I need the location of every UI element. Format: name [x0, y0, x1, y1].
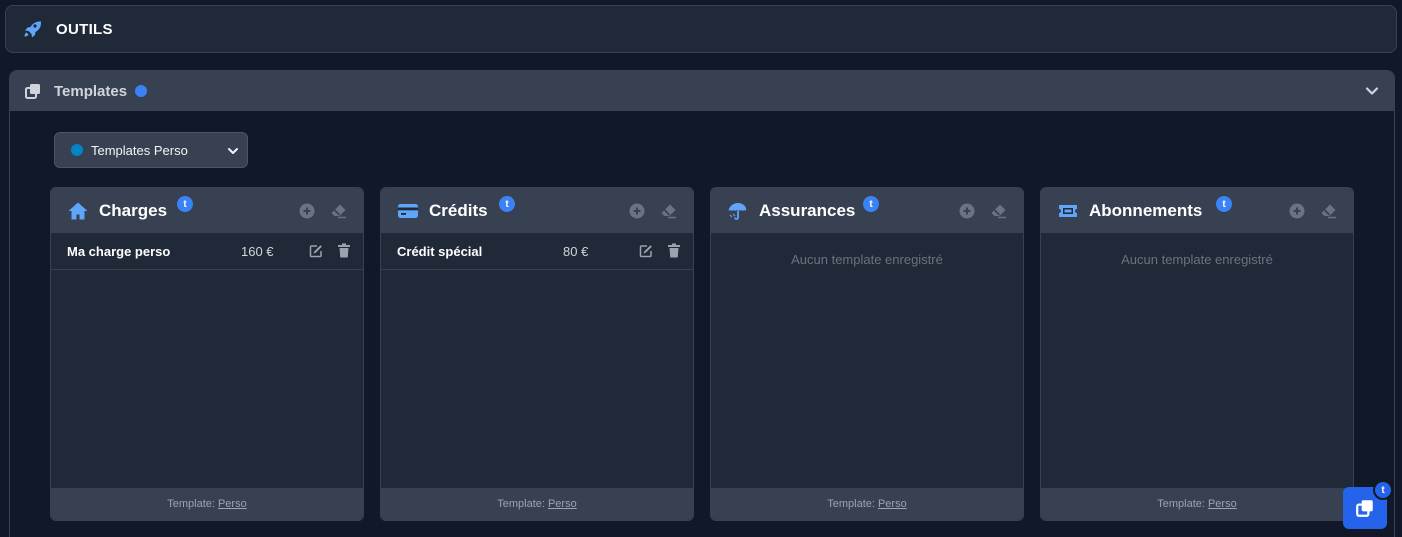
template-link[interactable]: Perso [1208, 498, 1237, 510]
footer-label: Template: [827, 498, 875, 510]
credit-card-icon [398, 204, 418, 218]
info-badge[interactable]: t [177, 196, 193, 212]
template-link[interactable]: Perso [878, 498, 907, 510]
card-footer: Template: Perso [51, 488, 363, 520]
empty-state: Aucun template enregistré [1121, 252, 1273, 267]
trash-icon[interactable] [667, 243, 681, 258]
edit-icon[interactable] [639, 244, 653, 258]
card-assurances: Assurances t Aucun template enregistré T… [710, 187, 1024, 521]
chevron-down-icon [228, 148, 238, 154]
info-badge[interactable]: t [863, 196, 879, 212]
item-name: Crédit spécial [397, 244, 483, 259]
info-badge[interactable]: t [1216, 196, 1232, 212]
item-name: Ma charge perso [67, 244, 171, 259]
card-title: Charges [99, 201, 168, 220]
home-icon [68, 202, 88, 220]
card-header: Crédits t [381, 188, 693, 233]
list-item: Ma charge perso 160 € [51, 233, 363, 270]
edit-icon[interactable] [309, 244, 323, 258]
eraser-icon[interactable] [330, 203, 347, 219]
trash-icon[interactable] [337, 243, 351, 258]
templates-panel-header[interactable]: Templates [10, 71, 1394, 111]
template-set-dot [71, 144, 83, 156]
card-title: Abonnements [1089, 201, 1203, 220]
card-footer: Template: Perso [1041, 488, 1353, 520]
template-link[interactable]: Perso [548, 498, 577, 510]
add-circle-icon[interactable] [1289, 203, 1305, 219]
card-footer: Template: Perso [711, 488, 1023, 520]
empty-state: Aucun template enregistré [791, 252, 943, 267]
item-amount: 80 € [563, 244, 589, 259]
item-amount: 160 € [241, 244, 274, 259]
card-footer: Template: Perso [381, 488, 693, 520]
eraser-icon[interactable] [1320, 203, 1337, 219]
card-header: Assurances t [711, 188, 1023, 233]
footer-label: Template: [497, 498, 545, 510]
umbrella-icon [728, 203, 747, 220]
footer-label: Template: [1157, 498, 1205, 510]
rocket-icon [24, 21, 41, 38]
page-title: OUTILS [56, 20, 113, 38]
footer-label: Template: [167, 498, 215, 510]
card-title: Assurances [759, 201, 856, 220]
chevron-down-icon[interactable] [1364, 83, 1380, 99]
card-header: Charges t [51, 188, 363, 233]
card-title: Crédits [429, 201, 488, 220]
panel-title: Templates [54, 82, 128, 100]
list-item: Crédit spécial 80 € [381, 233, 693, 270]
template-set-select[interactable]: Templates Perso [54, 132, 248, 168]
eraser-icon[interactable] [990, 203, 1007, 219]
add-circle-icon[interactable] [629, 203, 645, 219]
card-credits: Crédits t Crédit spécial 80 € Template: … [380, 187, 694, 521]
status-dot [135, 85, 148, 97]
info-badge[interactable]: t [499, 196, 515, 212]
card-charges: Charges t Ma charge perso 160 € Template… [50, 187, 364, 521]
template-link[interactable]: Perso [218, 498, 247, 510]
add-circle-icon[interactable] [959, 203, 975, 219]
add-circle-icon[interactable] [299, 203, 315, 219]
outils-header: OUTILS [5, 5, 1397, 53]
templates-panel: Templates Templates Perso Charges t Ma c… [9, 70, 1395, 537]
template-set-value: Templates Perso [91, 142, 188, 158]
card-header: Abonnements t [1041, 188, 1353, 233]
eraser-icon[interactable] [660, 203, 677, 219]
fab-badge: t [1373, 480, 1393, 500]
ticket-icon [1059, 205, 1077, 217]
card-abonnements: Abonnements t Aucun template enregistré … [1040, 187, 1354, 521]
copy-icon [25, 84, 40, 99]
copy-icon [1356, 500, 1373, 517]
